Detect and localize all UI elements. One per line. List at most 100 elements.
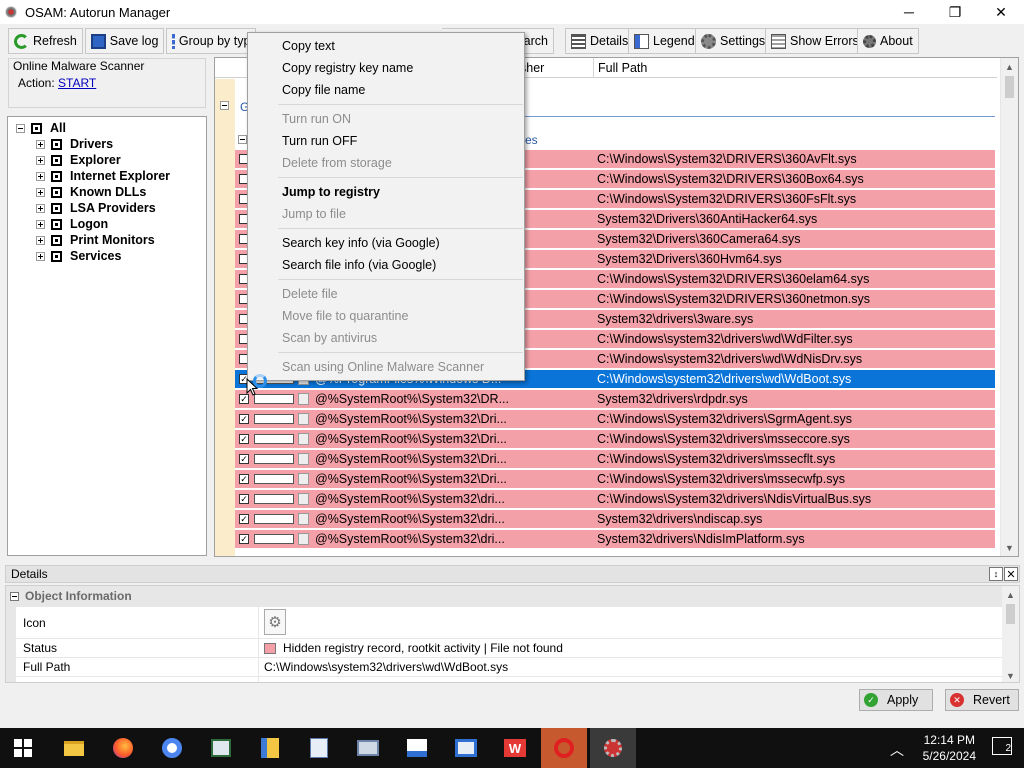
column-header-full-path[interactable]: Full Path xyxy=(593,58,997,78)
revert-button[interactable]: ✕ Revert xyxy=(945,689,1019,711)
scroll-thumb[interactable] xyxy=(1006,604,1015,624)
maximize-button[interactable]: ❐ xyxy=(932,0,978,24)
expand-icon[interactable] xyxy=(36,203,45,213)
expand-icon[interactable] xyxy=(36,235,45,245)
clock[interactable]: 12:14 PM 5/26/2024 xyxy=(923,732,976,764)
minimize-button[interactable]: ─ xyxy=(886,0,932,24)
menu-item-copy-text[interactable]: Copy text xyxy=(282,39,335,53)
notification-icon[interactable]: 2 xyxy=(992,737,1012,755)
checkbox-icon[interactable] xyxy=(51,218,62,230)
menu-item-turn-run-on[interactable]: Turn run ON xyxy=(282,112,351,126)
tree-item-services[interactable]: Services xyxy=(8,248,206,264)
taskbar-app-3[interactable] xyxy=(296,728,342,768)
table-row[interactable]: ✓ @%SystemRoot%\System32\dri... System32\d… xyxy=(235,530,995,549)
expand-icon[interactable] xyxy=(36,251,45,261)
save-log-button[interactable]: Save log xyxy=(84,28,165,54)
apply-button[interactable]: ✓ Apply xyxy=(859,689,933,711)
tree-item-all[interactable]: All xyxy=(8,120,206,136)
taskbar-app-5[interactable] xyxy=(394,728,440,768)
menu-item-copy-registry-key-name[interactable]: Copy registry key name xyxy=(282,61,413,75)
checkbox-icon[interactable] xyxy=(51,234,62,246)
row-checkbox[interactable]: ✓ xyxy=(239,414,249,424)
expand-icon[interactable] xyxy=(36,139,45,149)
table-row[interactable]: ✓ @%SystemRoot%\System32\dri... C:\Windows… xyxy=(235,490,995,509)
expand-icon[interactable] xyxy=(36,171,45,181)
scroll-up-icon[interactable]: ▲ xyxy=(1001,58,1018,75)
menu-item-turn-run-off[interactable]: Turn run OFF xyxy=(282,134,357,148)
checkbox-icon[interactable] xyxy=(51,202,62,214)
taskbar-opera[interactable] xyxy=(541,728,587,768)
list-scrollbar[interactable]: ▲ ▼ xyxy=(1000,58,1018,556)
tree-item-drivers[interactable]: Drivers xyxy=(8,136,206,152)
row-checkbox[interactable]: ✓ xyxy=(239,534,249,544)
table-row[interactable]: ✓ @%SystemRoot%\System32\Dri... C:\Windows… xyxy=(235,470,995,489)
about-button[interactable]: About xyxy=(857,28,919,54)
tray-chevron-icon[interactable]: ︿ xyxy=(890,740,904,760)
tree-item-explorer[interactable]: Explorer xyxy=(8,152,206,168)
table-row[interactable]: ✓ @%SystemRoot%\System32\Dri... C:\Windows… xyxy=(235,410,995,429)
close-button[interactable]: ✕ xyxy=(978,0,1024,24)
refresh-button[interactable]: Refresh xyxy=(8,28,83,54)
menu-item-copy-file-name[interactable]: Copy file name xyxy=(282,83,365,97)
menu-item-move-file-to-quarantine[interactable]: Move file to quarantine xyxy=(282,309,408,323)
column-header-publisher[interactable]: sher xyxy=(515,58,593,78)
menu-item-search-key-info-via-google[interactable]: Search key info (via Google) xyxy=(282,236,440,250)
group-by-button[interactable]: Group by typ xyxy=(166,28,257,54)
table-row[interactable]: ✓ @%SystemRoot%\System32\dri... System32\d… xyxy=(235,510,995,529)
details-scrollbar[interactable]: ▲ ▼ xyxy=(1002,586,1019,682)
category-collapse-icon[interactable] xyxy=(10,591,19,601)
tree-item-print-monitors[interactable]: Print Monitors xyxy=(8,232,206,248)
checkbox-icon[interactable] xyxy=(51,170,62,182)
show-errors-button[interactable]: Show Errors xyxy=(765,28,865,54)
details-button[interactable]: Details xyxy=(565,28,635,54)
checkbox-icon[interactable] xyxy=(51,138,62,150)
menu-item-jump-to-registry[interactable]: Jump to registry xyxy=(282,185,380,199)
property-row-status[interactable]: Status Hidden registry record, rootkit a… xyxy=(6,638,1003,657)
start-link[interactable]: START xyxy=(58,76,96,90)
table-row[interactable]: ✓ @%SystemRoot%\System32\Dri... C:\Windows… xyxy=(235,430,995,449)
group-collapse-icon[interactable] xyxy=(220,101,229,110)
taskbar-app-1[interactable] xyxy=(198,728,244,768)
menu-item-jump-to-file[interactable]: Jump to file xyxy=(282,207,346,221)
checkbox-icon[interactable] xyxy=(51,250,62,262)
menu-item-scan-by-antivirus[interactable]: Scan by antivirus xyxy=(282,331,377,345)
settings-button[interactable]: Settings xyxy=(695,28,772,54)
table-row[interactable]: ✓ @%SystemRoot%\System32\Dri... C:\Windows… xyxy=(235,450,995,469)
taskbar-osam[interactable] xyxy=(590,728,636,768)
checkbox-icon[interactable] xyxy=(51,154,62,166)
scroll-thumb[interactable] xyxy=(1005,76,1014,98)
property-row-icon[interactable]: Icon ⚙ xyxy=(6,606,1003,638)
property-row-full-path[interactable]: Full Path C:\Windows\system32\drivers\wd… xyxy=(6,657,1003,676)
menu-item-search-file-info-via-google[interactable]: Search file info (via Google) xyxy=(282,258,436,272)
row-checkbox[interactable]: ✓ xyxy=(239,474,249,484)
start-button[interactable] xyxy=(0,728,46,768)
taskbar-app-2[interactable] xyxy=(247,728,293,768)
table-row[interactable]: ✓ @%SystemRoot%\System32\DR... System32\dr… xyxy=(235,390,995,409)
row-checkbox[interactable]: ✓ xyxy=(239,434,249,444)
expand-icon[interactable] xyxy=(36,219,45,229)
row-checkbox[interactable]: ✓ xyxy=(239,514,249,524)
collapse-icon[interactable] xyxy=(16,123,25,133)
subgroup-collapse-icon[interactable] xyxy=(238,135,247,144)
taskbar-file-explorer[interactable] xyxy=(51,728,97,768)
menu-item-delete-from-storage[interactable]: Delete from storage xyxy=(282,156,392,170)
pin-icon[interactable]: ↕ xyxy=(989,567,1003,581)
tree-item-logon[interactable]: Logon xyxy=(8,216,206,232)
tree-item-known-dlls[interactable]: Known DLLs xyxy=(8,184,206,200)
taskbar-firefox[interactable] xyxy=(100,728,146,768)
scroll-up-icon[interactable]: ▲ xyxy=(1002,586,1019,603)
object-information-category[interactable]: Object Information xyxy=(6,586,1003,606)
details-close-icon[interactable]: ✕ xyxy=(1004,567,1018,581)
tree-item-internet-explorer[interactable]: Internet Explorer xyxy=(8,168,206,184)
legend-button[interactable]: Legend xyxy=(628,28,701,54)
row-checkbox[interactable]: ✓ xyxy=(239,454,249,464)
checkbox-icon[interactable] xyxy=(31,122,42,134)
expand-icon[interactable] xyxy=(36,155,45,165)
checkbox-icon[interactable] xyxy=(51,186,62,198)
tree-item-lsa-providers[interactable]: LSA Providers xyxy=(8,200,206,216)
scroll-down-icon[interactable]: ▼ xyxy=(1002,667,1019,682)
taskbar-chrome[interactable] xyxy=(149,728,195,768)
taskbar-wps[interactable]: W xyxy=(492,728,538,768)
taskbar-app-4[interactable] xyxy=(345,728,391,768)
row-checkbox[interactable]: ✓ xyxy=(239,494,249,504)
